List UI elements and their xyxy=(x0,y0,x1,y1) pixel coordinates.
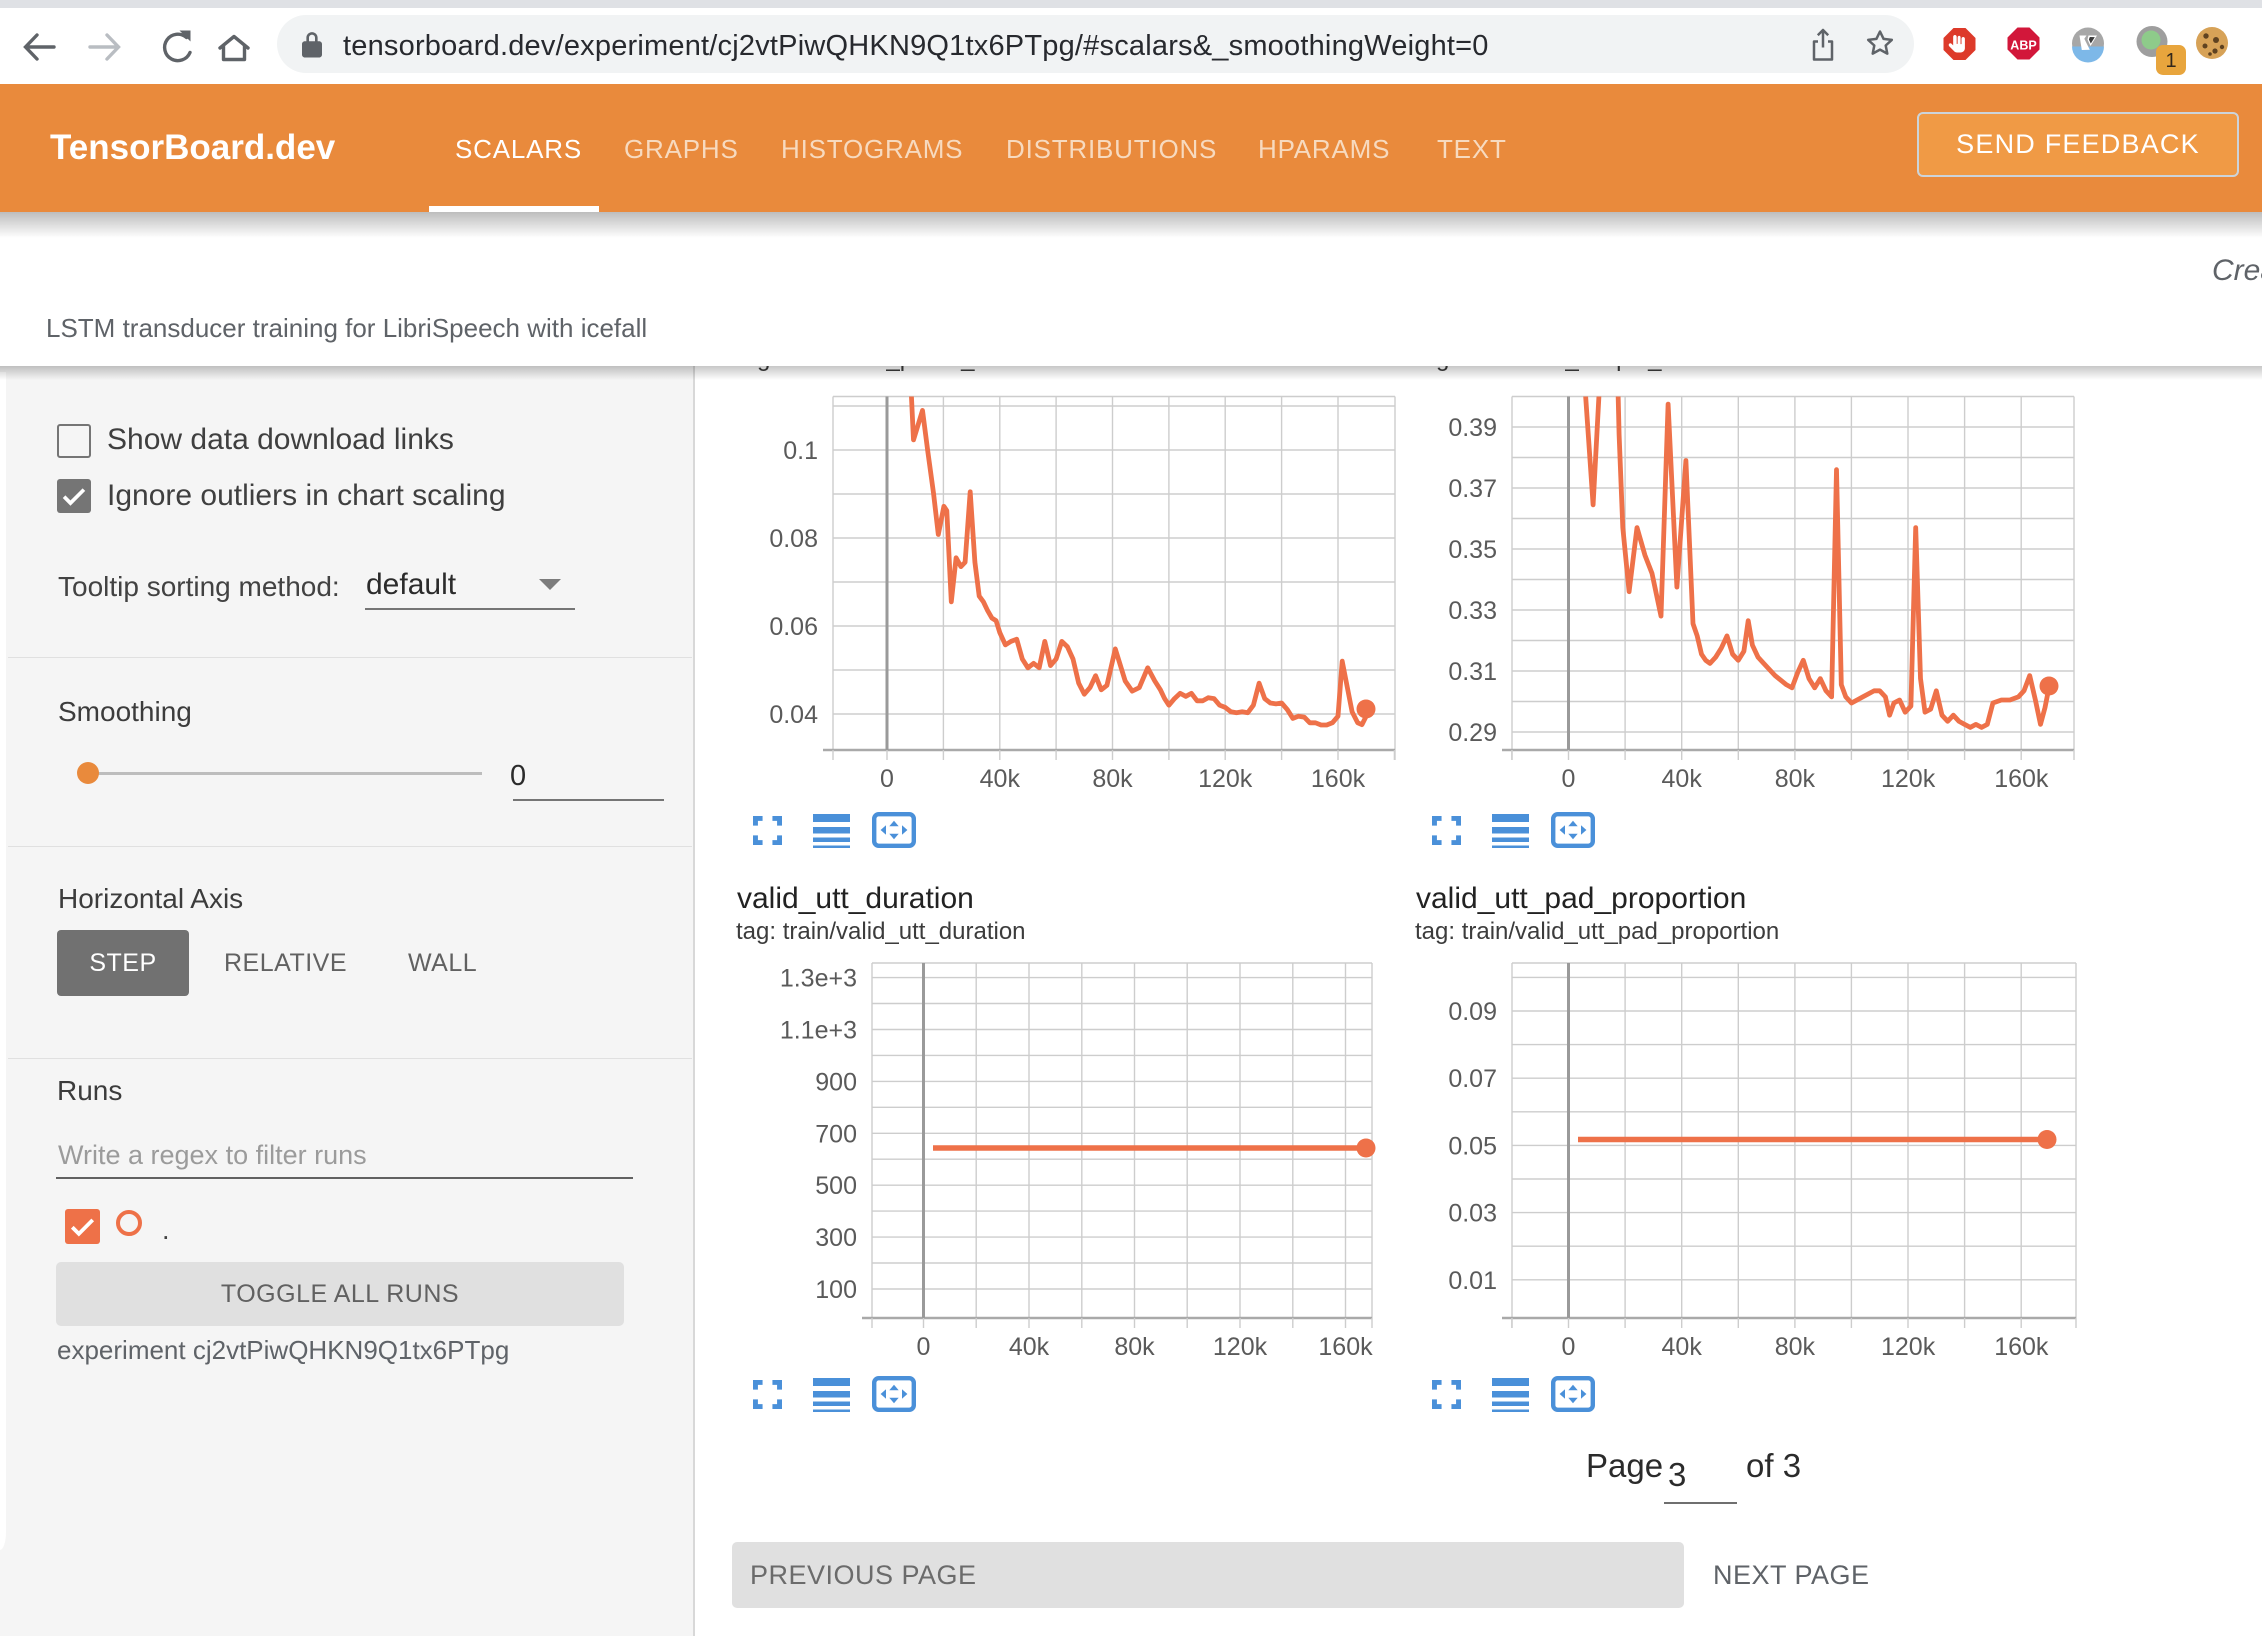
svg-text:0.29: 0.29 xyxy=(1448,719,1497,747)
svg-text:160k: 160k xyxy=(1994,1333,2049,1361)
svg-text:tag: train/valid_utt_pad_propo: tag: train/valid_utt_pad_proportion xyxy=(1415,918,1779,945)
svg-text:0.04: 0.04 xyxy=(769,701,818,729)
svg-text:80k: 80k xyxy=(1775,1333,1816,1361)
svg-text:120k: 120k xyxy=(1881,1333,1936,1361)
svg-text:0.33: 0.33 xyxy=(1448,597,1497,625)
svg-text:1: 1 xyxy=(2165,50,2176,72)
svg-text:80k: 80k xyxy=(1775,765,1816,793)
svg-text:0.06: 0.06 xyxy=(769,613,818,641)
svg-text:1.1e+3: 1.1e+3 xyxy=(780,1017,857,1045)
svg-text:0.07: 0.07 xyxy=(1448,1065,1497,1093)
svg-text:0.39: 0.39 xyxy=(1448,414,1497,442)
svg-text:0.03: 0.03 xyxy=(1448,1200,1497,1228)
svg-text:500: 500 xyxy=(815,1172,857,1200)
svg-text:80k: 80k xyxy=(1114,1333,1155,1361)
svg-text:120k: 120k xyxy=(1213,1333,1268,1361)
svg-text:0.37: 0.37 xyxy=(1448,475,1497,503)
svg-text:900: 900 xyxy=(815,1068,857,1096)
svg-text:0: 0 xyxy=(1562,1333,1576,1361)
svg-text:160k: 160k xyxy=(1311,765,1366,793)
svg-text:ABP: ABP xyxy=(2010,39,2036,53)
svg-text:0.35: 0.35 xyxy=(1448,536,1497,564)
svg-text:40k: 40k xyxy=(1662,765,1703,793)
svg-text:valid_utt_duration: valid_utt_duration xyxy=(737,882,974,915)
svg-text:0.01: 0.01 xyxy=(1448,1267,1497,1295)
svg-text:160k: 160k xyxy=(1318,1333,1373,1361)
svg-text:valid_utt_pad_proportion: valid_utt_pad_proportion xyxy=(1416,882,1746,915)
svg-text:40k: 40k xyxy=(980,765,1021,793)
svg-text:0.1: 0.1 xyxy=(783,437,818,465)
svg-text:80k: 80k xyxy=(1092,765,1133,793)
svg-text:tag: train/valid_utt_duration: tag: train/valid_utt_duration xyxy=(736,918,1026,945)
svg-text:1.3e+3: 1.3e+3 xyxy=(780,965,857,993)
svg-text:160k: 160k xyxy=(1994,765,2049,793)
svg-text:120k: 120k xyxy=(1198,765,1253,793)
svg-text:700: 700 xyxy=(815,1120,857,1148)
svg-text:120k: 120k xyxy=(1881,765,1936,793)
svg-text:40k: 40k xyxy=(1009,1333,1050,1361)
svg-text:0: 0 xyxy=(1562,765,1576,793)
svg-text:0: 0 xyxy=(880,765,894,793)
svg-text:0.09: 0.09 xyxy=(1448,998,1497,1026)
svg-text:100: 100 xyxy=(815,1276,857,1304)
svg-text:0.08: 0.08 xyxy=(769,525,818,553)
svg-text:0.05: 0.05 xyxy=(1448,1132,1497,1160)
svg-text:300: 300 xyxy=(815,1224,857,1252)
svg-text:0.31: 0.31 xyxy=(1448,658,1497,686)
svg-text:40k: 40k xyxy=(1662,1333,1703,1361)
svg-text:0: 0 xyxy=(917,1333,931,1361)
